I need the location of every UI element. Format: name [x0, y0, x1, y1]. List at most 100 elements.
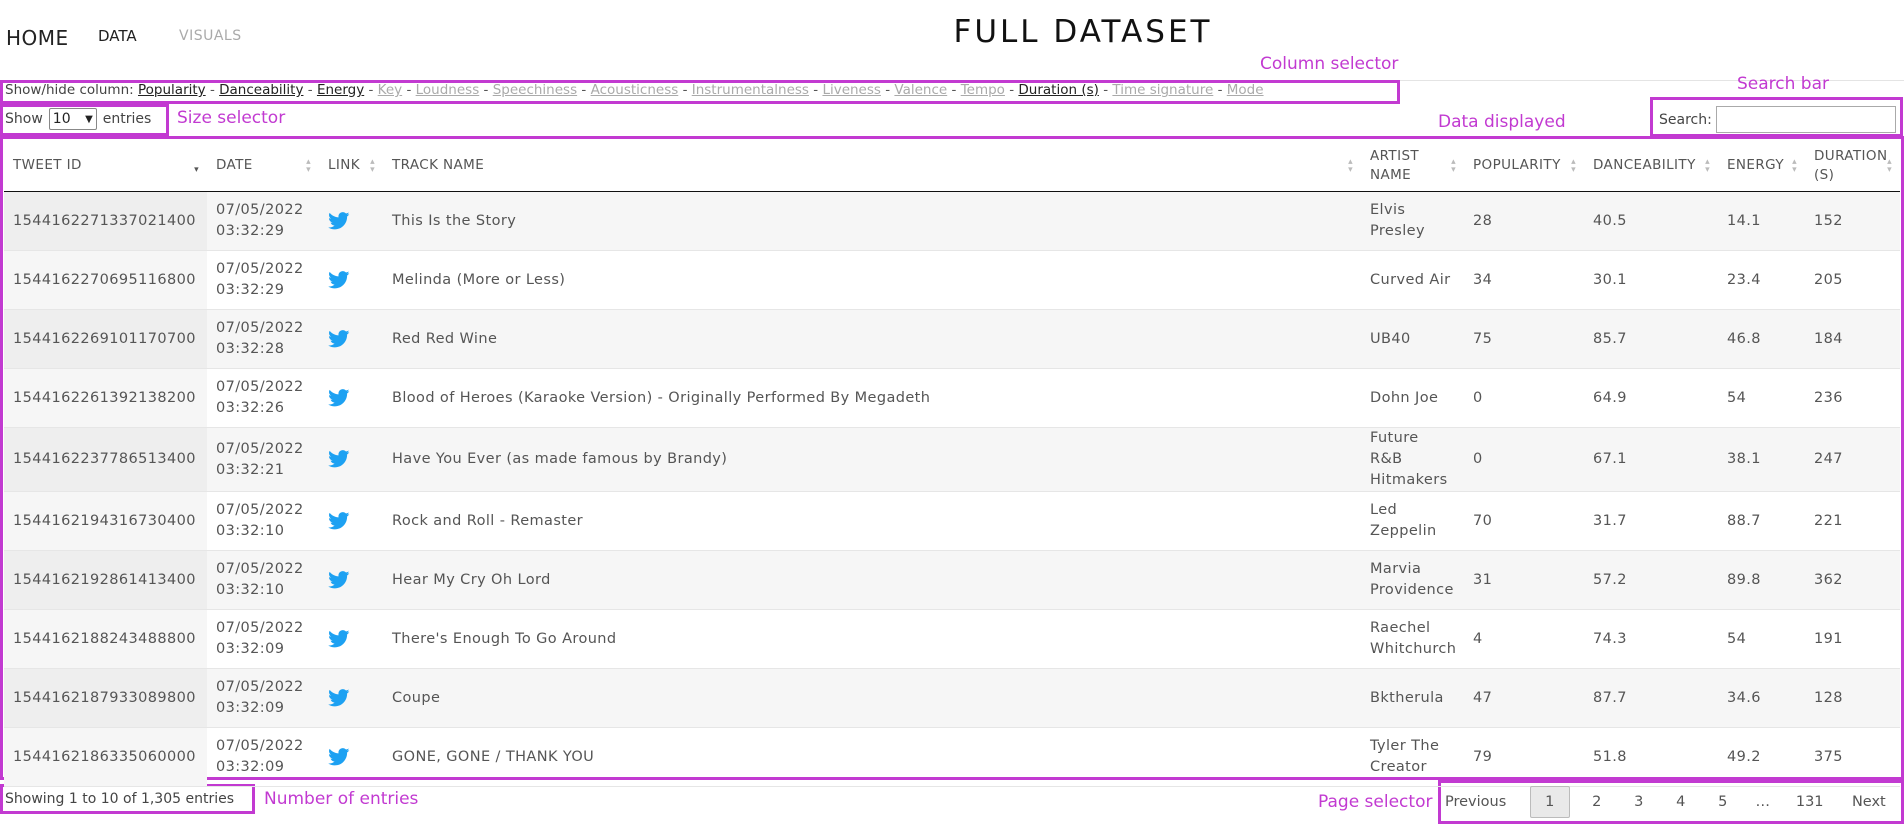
tweet-id: 1544162261392138200	[13, 389, 196, 406]
cell-popularity: 70	[1464, 491, 1584, 551]
pagination-next[interactable]: Next	[1838, 794, 1900, 810]
column-toggle-duration-s[interactable]: Duration (s)	[1018, 82, 1099, 98]
data-table: TWEET ID ▾ DATE ▴ ▾ LINK ▴ ▾ TRACK NAME ▴ ▾ ARTIST N…	[4, 140, 1900, 787]
date-value: 07/05/2022	[216, 202, 304, 218]
track-name: This Is the Story	[392, 212, 517, 229]
column-header-energy[interactable]: ENERGY ▴ ▾	[1718, 140, 1805, 192]
energy-value: 46.8	[1727, 330, 1761, 347]
column-header-label: ARTIST	[1370, 147, 1420, 164]
column-header-tweet-id[interactable]: TWEET ID ▾	[4, 140, 207, 192]
pagination-previous[interactable]: Previous	[1440, 794, 1511, 810]
pagination-page[interactable]: 1	[1524, 786, 1576, 818]
column-toggle-popularity[interactable]: Popularity	[138, 82, 206, 98]
column-toggle-danceability[interactable]: Danceability	[219, 82, 303, 98]
column-header-duration[interactable]: DURATION (S) ▴ ▾	[1805, 140, 1900, 192]
pagination-ellipsis: …	[1744, 794, 1782, 810]
pagination-page-label: 1	[1529, 786, 1570, 818]
annotation-number-of-entries: Number of entries	[264, 789, 419, 809]
energy-value: 89.8	[1727, 571, 1761, 588]
cell-track-name: Have You Ever (as made famous by Brandy)	[383, 427, 1361, 492]
pagination-page[interactable]: 2	[1576, 794, 1618, 810]
pagination-page[interactable]: 131	[1782, 794, 1838, 810]
tweet-id: 1544162271337021400	[13, 212, 196, 229]
cell-link	[319, 727, 383, 787]
cell-duration: 205	[1805, 250, 1900, 310]
cell-duration: 221	[1805, 491, 1900, 551]
column-toggle-valence[interactable]: Valence	[894, 82, 947, 98]
time-value: 03:32:29	[216, 223, 285, 239]
cell-track-name: Hear My Cry Oh Lord	[383, 550, 1361, 610]
energy-value: 23.4	[1727, 271, 1761, 288]
cell-link	[319, 368, 383, 428]
column-header-artist[interactable]: ARTIST NAME ▴ ▾	[1361, 140, 1464, 192]
table-header-row: TWEET ID ▾ DATE ▴ ▾ LINK ▴ ▾ TRACK NAME ▴ ▾ ARTIST N…	[4, 140, 1900, 192]
column-toggle-loudness[interactable]: Loudness	[416, 82, 480, 98]
duration-value: 191	[1814, 630, 1843, 647]
cell-date: 07/05/2022 03:32:10	[207, 550, 319, 610]
tweet-link[interactable]	[328, 270, 350, 288]
search-input[interactable]	[1715, 106, 1896, 133]
pagination-page-label: 3	[1634, 794, 1644, 810]
artist-name-line2: Providence	[1370, 582, 1454, 598]
tweet-link[interactable]	[328, 450, 350, 468]
column-header-date[interactable]: DATE ▴ ▾	[207, 140, 319, 192]
danceability-value: 85.7	[1593, 330, 1627, 347]
column-header-track-name[interactable]: TRACK NAME ▴ ▾	[383, 140, 1361, 192]
cell-tweet-id: 1544162237786513400	[4, 427, 207, 492]
pagination-page[interactable]: 4	[1660, 794, 1702, 810]
tweet-link[interactable]	[328, 388, 350, 406]
tweet-link[interactable]	[328, 329, 350, 347]
column-header-popularity[interactable]: POPULARITY ▴ ▾	[1464, 140, 1584, 192]
cell-tweet-id: 1544162188243488800	[4, 609, 207, 669]
sort-icon: ▴ ▾	[306, 157, 311, 175]
cell-track-name: Rock and Roll - Remaster	[383, 491, 1361, 551]
energy-value: 54	[1727, 389, 1747, 406]
column-toggle-time-signature[interactable]: Time signature	[1112, 82, 1213, 98]
entries-info: Showing 1 to 10 of 1,305 entries	[5, 791, 235, 807]
track-name: Have You Ever (as made famous by Brandy)	[392, 451, 728, 467]
track-name: There's Enough To Go Around	[392, 630, 617, 647]
tweet-link[interactable]	[328, 688, 350, 706]
column-toggle-speechiness[interactable]: Speechiness	[493, 82, 577, 98]
column-toggle-key[interactable]: Key	[378, 82, 402, 98]
popularity-value: 75	[1473, 330, 1493, 347]
duration-value: 152	[1814, 212, 1843, 229]
pagination-page[interactable]: 5	[1702, 794, 1744, 810]
popularity-value: 0	[1473, 451, 1483, 467]
artist-name: Dohn Joe	[1370, 389, 1439, 406]
tweet-link[interactable]	[328, 511, 350, 529]
column-toggle-acousticness[interactable]: Acousticness	[591, 82, 679, 98]
tweet-link[interactable]	[328, 211, 350, 229]
page-size-select[interactable]: 10 ▼	[48, 108, 97, 130]
cell-danceability: 67.1	[1584, 427, 1718, 492]
column-toggle-instrumentalness[interactable]: Instrumentalness	[692, 82, 809, 98]
cell-danceability: 57.2	[1584, 550, 1718, 610]
column-header-danceability[interactable]: DANCEABILITY ▴ ▾	[1584, 140, 1718, 192]
tweet-link[interactable]	[328, 747, 350, 765]
column-header-label: TRACK NAME	[392, 157, 485, 173]
danceability-value: 64.9	[1593, 389, 1627, 406]
tweet-link[interactable]	[328, 570, 350, 588]
tweet-id: 1544162186335060000	[13, 748, 196, 765]
tweet-link[interactable]	[328, 629, 350, 647]
cell-date: 07/05/2022 03:32:09	[207, 727, 319, 787]
tweet-id: 1544162269101170700	[13, 330, 196, 347]
twitter-bird-icon	[328, 629, 350, 647]
column-toggle-tempo[interactable]: Tempo	[961, 82, 1005, 98]
cell-duration: 247	[1805, 427, 1900, 492]
popularity-value: 31	[1473, 571, 1493, 588]
column-toggle-energy[interactable]: Energy	[317, 82, 364, 98]
duration-value: 221	[1814, 512, 1843, 529]
track-name: Red Red Wine	[392, 330, 498, 347]
cell-date: 07/05/2022 03:32:21	[207, 427, 319, 492]
column-toggle-separator: -	[307, 82, 313, 98]
column-header-label: DATE	[216, 157, 253, 173]
column-header-link[interactable]: LINK ▴ ▾	[319, 140, 383, 192]
column-toggle-liveness[interactable]: Liveness	[822, 82, 881, 98]
pagination-page[interactable]: 3	[1618, 794, 1660, 810]
cell-duration: 236	[1805, 368, 1900, 428]
column-toggle-mode[interactable]: Mode	[1227, 82, 1264, 98]
time-value: 03:32:26	[216, 400, 285, 416]
top-nav: HOME DATA VISUALS FULL DATASET	[0, 0, 1904, 72]
cell-danceability: 31.7	[1584, 491, 1718, 551]
